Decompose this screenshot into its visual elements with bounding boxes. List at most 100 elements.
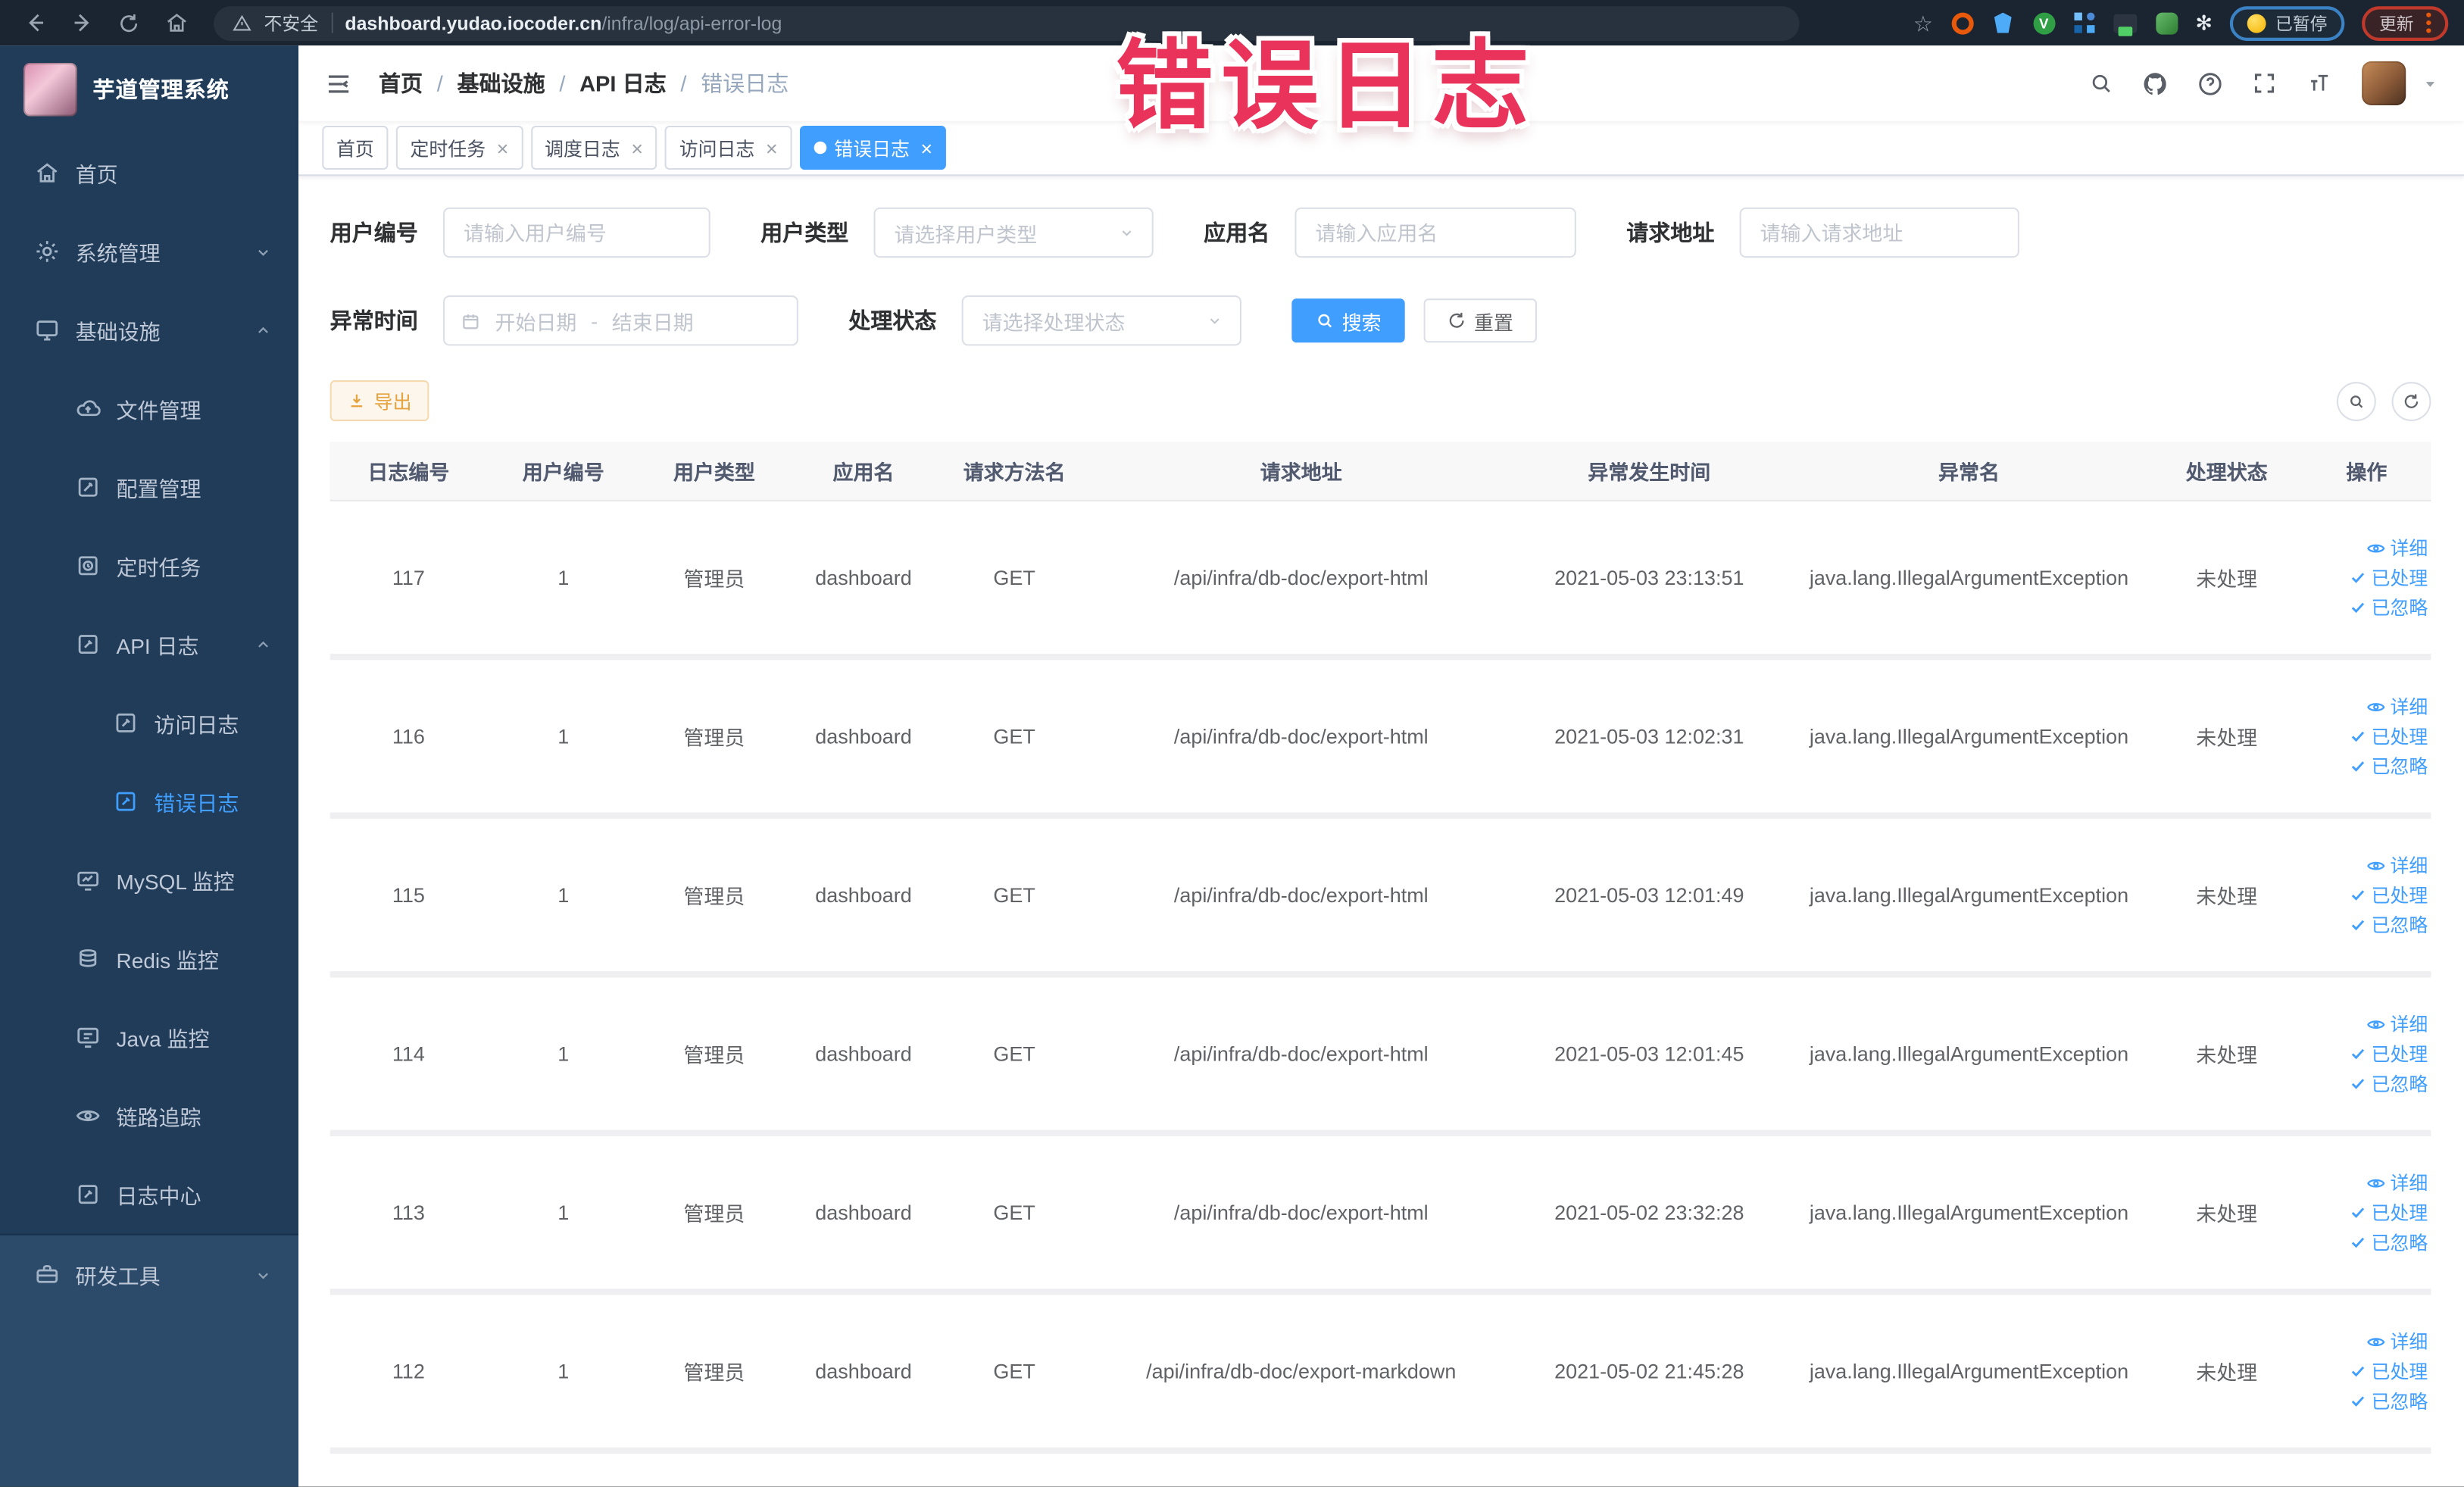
extension-orange-icon[interactable]	[1950, 11, 1974, 35]
tab-定时任务[interactable]: 定时任务 ×	[395, 125, 523, 170]
browser-update-button[interactable]: 更新	[2362, 5, 2449, 40]
app-name-input[interactable]	[1294, 207, 1576, 258]
exception-time-range-picker[interactable]: 开始日期 - 结束日期	[443, 295, 798, 346]
mark-processed-link[interactable]: 已处理	[2350, 883, 2428, 908]
detail-link[interactable]: 详细	[2366, 1329, 2428, 1354]
tab-label: 定时任务	[410, 137, 486, 160]
extension-paw-icon[interactable]: ✻	[2195, 13, 2213, 33]
breadcrumb-item[interactable]: 基础设施	[457, 67, 545, 98]
tab-close-icon[interactable]: ×	[631, 138, 643, 158]
tab-错误日志[interactable]: 错误日志 ×	[799, 125, 947, 170]
export-button[interactable]: 导出	[329, 380, 429, 421]
mark-processed-link[interactable]: 已处理	[2350, 1200, 2428, 1225]
app-logo-row[interactable]: 芋道管理系统	[0, 45, 298, 133]
detail-link[interactable]: 详细	[2366, 694, 2428, 719]
sidebar-item-label: 首页	[75, 163, 118, 187]
mark-processed-link[interactable]: 已处理	[2350, 1041, 2428, 1066]
process-status-select[interactable]: 请选择处理状态	[961, 295, 1241, 346]
extension-leaf-icon[interactable]	[2154, 11, 2178, 35]
detail-link[interactable]: 详细	[2366, 852, 2428, 877]
tab-访问日志[interactable]: 访问日志 ×	[665, 125, 792, 170]
help-icon[interactable]	[2197, 70, 2223, 96]
mark-ignored-link[interactable]: 已忽略	[2350, 1071, 2428, 1096]
detail-link[interactable]: 详细	[2366, 1170, 2428, 1195]
sidebar-item-log-center[interactable]: 日志中心	[0, 1155, 298, 1234]
toggle-search-button[interactable]	[2336, 381, 2376, 420]
paused-extension-pill[interactable]: 已暂停	[2229, 5, 2345, 40]
sidebar-item-label: 文件管理	[116, 398, 201, 423]
table-body: 117 1 管理员 dashboard GET/api/infra/db-doc/exp…	[329, 501, 2431, 1454]
sidebar-menu: 首页系统管理 基础设施文件管理配置管理 定时任务 API 日志 访问日志 错误日志 MySQ…	[0, 133, 298, 1233]
tab-label: 访问日志	[679, 137, 755, 160]
sidebar-item-error-log[interactable]: 错误日志	[0, 762, 298, 841]
mark-processed-link[interactable]: 已处理	[2350, 723, 2428, 748]
bookmark-star-icon[interactable]: ☆	[1913, 12, 1933, 34]
sidebar-item-home[interactable]: 首页	[0, 133, 298, 212]
sidebar-item-api-log[interactable]: API 日志	[0, 605, 298, 684]
table-row: 116 1 管理员 dashboard GET/api/infra/db-doc/exp…	[329, 660, 2431, 819]
detail-link-label: 详细	[2390, 1330, 2428, 1353]
tab-close-icon[interactable]: ×	[766, 138, 778, 158]
table-row: 117 1 管理员 dashboard GET/api/infra/db-doc/exp…	[329, 501, 2431, 661]
breadcrumb-item[interactable]: API 日志	[579, 67, 667, 98]
user-avatar[interactable]	[2362, 61, 2406, 105]
mark-processed-link[interactable]: 已处理	[2350, 565, 2428, 590]
tab-调度日志[interactable]: 调度日志 ×	[530, 125, 657, 170]
fullscreen-icon[interactable]	[2252, 70, 2277, 95]
sidebar-item-mysql[interactable]: MySQL 监控	[0, 841, 298, 920]
sidebar-item-job[interactable]: 定时任务	[0, 526, 298, 605]
user-type-select[interactable]: 请选择用户类型	[873, 207, 1154, 258]
filter-row-2: 异常时间 开始日期 - 结束日期 处理状态 请选择处理状态 搜索 重置	[329, 295, 2431, 346]
sidebar-item-redis[interactable]: Redis 监控	[0, 920, 298, 998]
search-icon[interactable]	[2088, 70, 2113, 95]
mark-ignored-link[interactable]: 已忽略	[2350, 754, 2428, 779]
exception-time-label: 异常时间	[329, 308, 418, 333]
avatar-caret-icon[interactable]	[2422, 75, 2439, 92]
cell-id: 116	[392, 724, 425, 748]
extension-shield-icon[interactable]	[1991, 11, 2015, 35]
extension-grid-icon[interactable]	[2073, 11, 2097, 35]
font-size-icon[interactable]	[2305, 70, 2333, 95]
browser-menu-icon[interactable]	[2426, 12, 2431, 33]
mark-ignored-link[interactable]: 已忽略	[2350, 912, 2428, 937]
sidebar-item-trace[interactable]: 链路追踪	[0, 1076, 298, 1155]
tab-首页[interactable]: 首页	[322, 125, 389, 170]
browser-reload-icon[interactable]	[110, 5, 148, 40]
sidebar-item-dev-tool[interactable]: 研发工具	[0, 1236, 298, 1314]
sidebar-item-label: 日志中心	[116, 1185, 201, 1209]
refresh-table-button[interactable]	[2391, 381, 2431, 420]
tab-close-icon[interactable]: ×	[920, 138, 932, 158]
browser-home-icon[interactable]	[157, 5, 195, 40]
sidebar-item-access-log[interactable]: 访问日志	[0, 683, 298, 762]
tab-close-icon[interactable]: ×	[497, 138, 509, 158]
breadcrumb-item[interactable]: 错误日志	[701, 67, 789, 98]
row-actions: 详细已处理已忽略	[2302, 694, 2431, 779]
sidebar-item-infra[interactable]: 基础设施	[0, 291, 298, 370]
reset-button[interactable]: 重置	[1423, 298, 1538, 343]
request-url-input[interactable]	[1739, 207, 2019, 258]
browser-address-bar[interactable]: 不安全 dashboard.yudao.iocoder.cn/infra/log…	[214, 5, 1800, 40]
collapse-menu-icon[interactable]	[323, 68, 353, 98]
sidebar-item-java[interactable]: Java 监控	[0, 998, 298, 1076]
mark-ignored-link[interactable]: 已忽略	[2350, 1229, 2428, 1254]
github-icon[interactable]	[2142, 70, 2169, 96]
user-id-input[interactable]	[443, 207, 710, 258]
detail-link[interactable]: 详细	[2366, 535, 2428, 560]
detail-link[interactable]: 详细	[2366, 1011, 2428, 1036]
sidebar-item-system[interactable]: 系统管理	[0, 212, 298, 291]
extension-green-v-icon[interactable]: V	[2032, 11, 2056, 35]
breadcrumb-item[interactable]: 首页	[379, 67, 423, 98]
mark-ignored-link-label: 已忽略	[2371, 1389, 2428, 1413]
cell-user_type: 管理员	[683, 726, 745, 750]
sidebar-item-config[interactable]: 配置管理	[0, 448, 298, 526]
sidebar-item-file[interactable]: 文件管理	[0, 370, 298, 448]
log-icon	[76, 632, 101, 657]
browser-back-icon[interactable]	[16, 5, 54, 40]
search-button[interactable]: 搜索	[1291, 298, 1405, 343]
mark-processed-link[interactable]: 已处理	[2350, 1359, 2428, 1384]
browser-forward-icon[interactable]	[63, 5, 101, 40]
extension-switch-icon[interactable]	[2113, 11, 2138, 36]
mark-ignored-link[interactable]: 已忽略	[2350, 595, 2428, 620]
sidebar-item-label: 链路追踪	[116, 1106, 201, 1130]
mark-ignored-link[interactable]: 已忽略	[2350, 1389, 2428, 1414]
